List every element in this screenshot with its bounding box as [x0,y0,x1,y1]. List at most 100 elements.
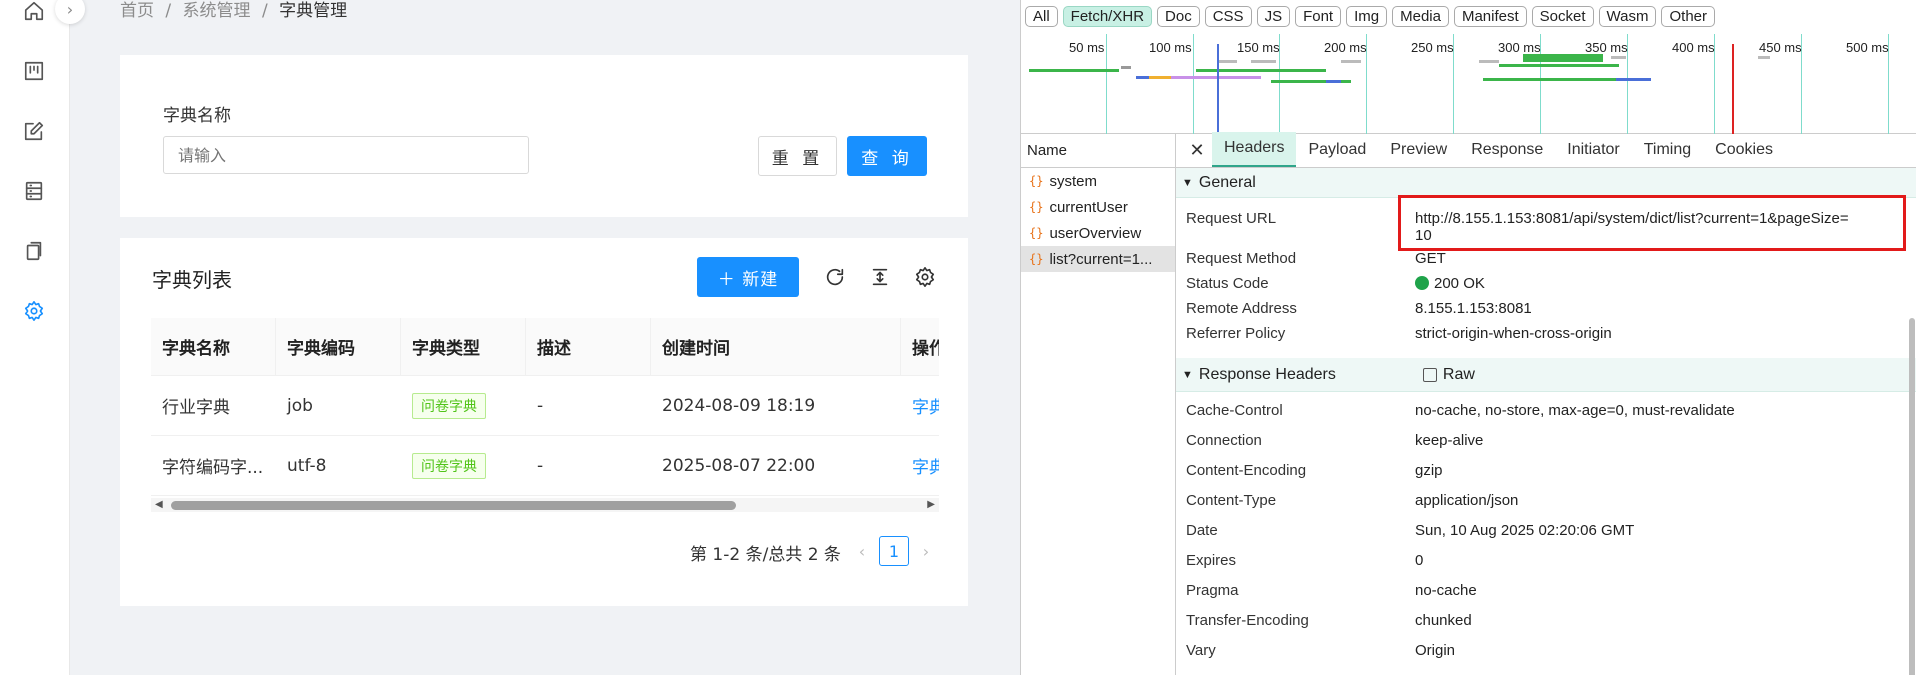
tick-label: 450 ms [1759,40,1802,55]
request-row-selected[interactable]: {} list?current=1... [1021,246,1175,272]
edit-icon[interactable] [21,118,47,144]
filter-font[interactable]: Font [1295,6,1342,27]
cell-type: 问卷字典 [401,436,526,496]
breadcrumb-home[interactable]: 首页 [120,1,154,21]
gear-icon[interactable] [913,265,937,289]
timeline-bar [1029,69,1119,72]
timeline-bar [1523,54,1603,62]
filter-doc[interactable]: Doc [1157,6,1200,27]
raw-checkbox[interactable] [1422,367,1437,382]
header-key: Date [1186,522,1218,539]
header-key: Vary [1186,642,1216,659]
tab-response[interactable]: Response [1459,141,1555,167]
query-button[interactable]: 查 询 [847,136,927,176]
close-icon[interactable]: ✕ [1182,133,1212,167]
header-key: Referrer Policy [1186,325,1286,342]
header-value: keep-alive [1415,432,1484,449]
scrollbar-thumb[interactable] [171,501,736,510]
table-horizontal-scrollbar[interactable]: ◀ ▶ [151,498,939,512]
cell-type: 问卷字典 [401,376,526,436]
tab-timing[interactable]: Timing [1632,141,1703,167]
response-headers-section-header[interactable]: ▼ Response Headers Raw [1176,358,1916,392]
timeline-gridline [1193,34,1194,134]
row-action-link[interactable]: 字典 [901,436,939,496]
scroll-right-icon[interactable]: ▶ [927,499,935,510]
column-header: 字典名称 [151,318,276,376]
filter-manifest[interactable]: Manifest [1453,6,1527,27]
status-ok-dot-icon [1415,276,1429,290]
filter-other[interactable]: Other [1661,6,1715,27]
json-icon: {} [1029,200,1044,214]
filter-media[interactable]: Media [1392,6,1449,27]
request-url-line2: 10 [1415,227,1432,244]
filter-all[interactable]: All [1025,6,1058,27]
detail-vertical-scrollbar[interactable] [1907,308,1916,675]
filter-socket[interactable]: Socket [1531,6,1594,27]
header-key: Expires [1186,552,1237,569]
collapse-chevron-icon[interactable]: › [55,0,85,24]
timeline-bar [1171,76,1261,79]
tab-headers[interactable]: Headers [1212,132,1297,167]
scrollbar-thumb[interactable] [1909,318,1915,675]
header-value: application/json [1415,492,1519,509]
header-value: no-cache [1415,582,1477,599]
timeline-bar [1616,78,1651,81]
filter-js[interactable]: JS [1256,6,1291,27]
home-icon[interactable] [21,0,47,24]
name-column-header[interactable]: Name [1021,134,1175,168]
section-title: General [1198,173,1256,191]
row-action-link[interactable]: 字典 [901,376,939,436]
tab-payload[interactable]: Payload [1296,141,1378,167]
column-header: 字典编码 [276,318,401,376]
general-section-header[interactable]: ▼ General [1176,168,1916,198]
timeline-bar [1326,80,1341,83]
filter-wasm[interactable]: Wasm [1598,6,1657,27]
pagination-summary: 第 1-2 条/总共 2 条 [690,545,841,565]
prev-page-button[interactable]: ‹ [847,536,877,566]
timeline-bar [1121,66,1131,69]
new-button[interactable]: ＋ 新建 [697,257,799,297]
reset-button[interactable]: 重 置 [758,136,837,176]
response-header-row: Expires 0 [1176,552,1916,582]
cell-code: utf-8 [276,436,401,496]
tick-label: 500 ms [1846,40,1889,55]
request-row[interactable]: {} currentUser [1021,194,1175,220]
filter-css[interactable]: CSS [1204,6,1252,27]
filter-fetch-xhr[interactable]: Fetch/XHR [1062,6,1153,27]
tab-initiator[interactable]: Initiator [1555,141,1631,167]
breadcrumb-system[interactable]: 系统管理 [183,1,251,21]
board-icon[interactable] [21,58,47,84]
network-timeline[interactable]: 50 ms 100 ms 150 ms 200 ms 250 ms 300 ms… [1021,34,1916,134]
timeline-gridline [1106,34,1107,134]
dict-name-input[interactable] [163,136,529,174]
filter-img[interactable]: Img [1346,6,1388,27]
json-icon: {} [1029,252,1044,266]
column-header: 描述 [526,318,651,376]
tab-cookies[interactable]: Cookies [1703,141,1785,167]
column-header: 创建时间 [651,318,901,376]
header-value: Sun, 10 Aug 2025 02:20:06 GMT [1415,522,1635,539]
general-row: Status Code 200 OK [1176,275,1916,300]
tick-label: 350 ms [1585,40,1628,55]
tab-preview[interactable]: Preview [1378,141,1459,167]
copy-icon[interactable] [21,238,47,264]
header-key: Cache-Control [1186,402,1283,419]
request-url-value: http://8.155.1.153:8081/api/system/dict/… [1415,210,1916,250]
database-icon[interactable] [21,178,47,204]
settings-icon[interactable] [21,298,47,324]
response-header-row: Vary Origin [1176,642,1916,672]
reload-icon[interactable] [823,265,847,289]
header-key: Request Method [1186,250,1297,267]
cell-created: 2025-08-07 22:00 [651,436,901,496]
response-header-row: Pragma no-cache [1176,582,1916,612]
next-page-button[interactable]: › [911,536,941,566]
density-icon[interactable] [868,265,892,289]
search-card: 字典名称 重 置 查 询 [120,55,968,217]
request-row[interactable]: {} system [1021,168,1175,194]
general-row: Request URL http://8.155.1.153:8081/api/… [1176,198,1916,250]
scroll-left-icon[interactable]: ◀ [155,499,163,510]
column-header: 字典类型 [401,318,526,376]
page-1-button[interactable]: 1 [879,536,909,566]
request-row[interactable]: {} userOverview [1021,220,1175,246]
